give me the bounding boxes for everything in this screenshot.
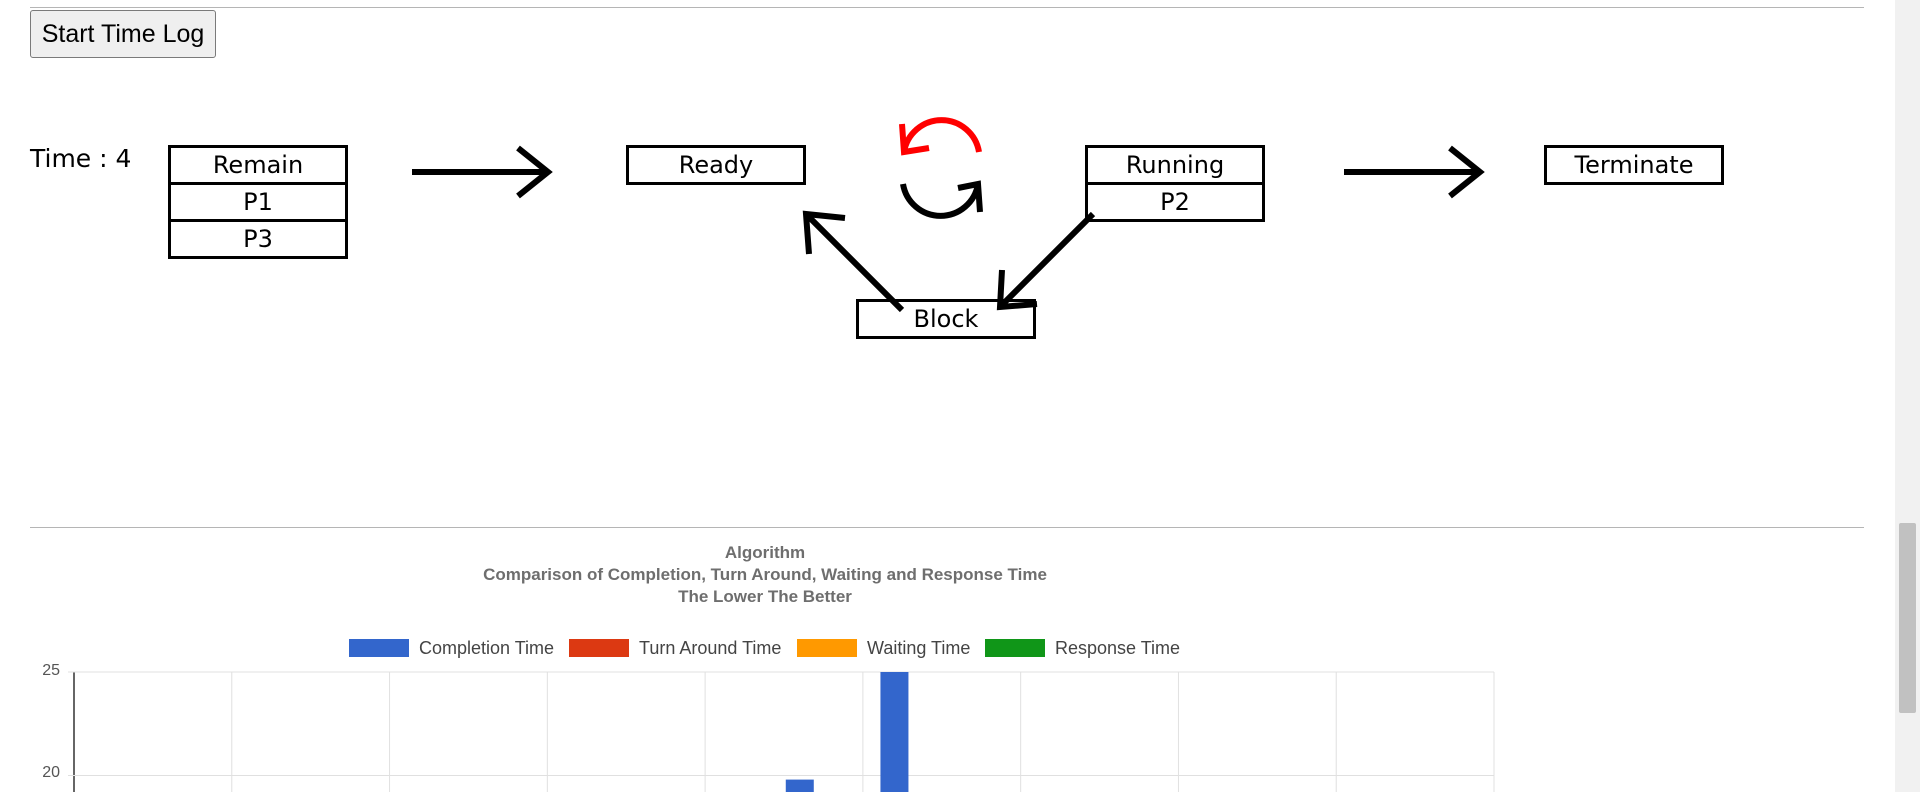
chart-bar-completion-time[interactable] (880, 672, 909, 792)
chart-bar-completion-time[interactable] (785, 779, 814, 792)
page-scrollbar[interactable] (1895, 0, 1920, 792)
page-scrollbar-thumb[interactable] (1899, 523, 1916, 713)
page: Start Time Log Time : 4 Remain P1 P3 Rea… (0, 0, 1920, 792)
chart-plot-area (68, 671, 1495, 792)
